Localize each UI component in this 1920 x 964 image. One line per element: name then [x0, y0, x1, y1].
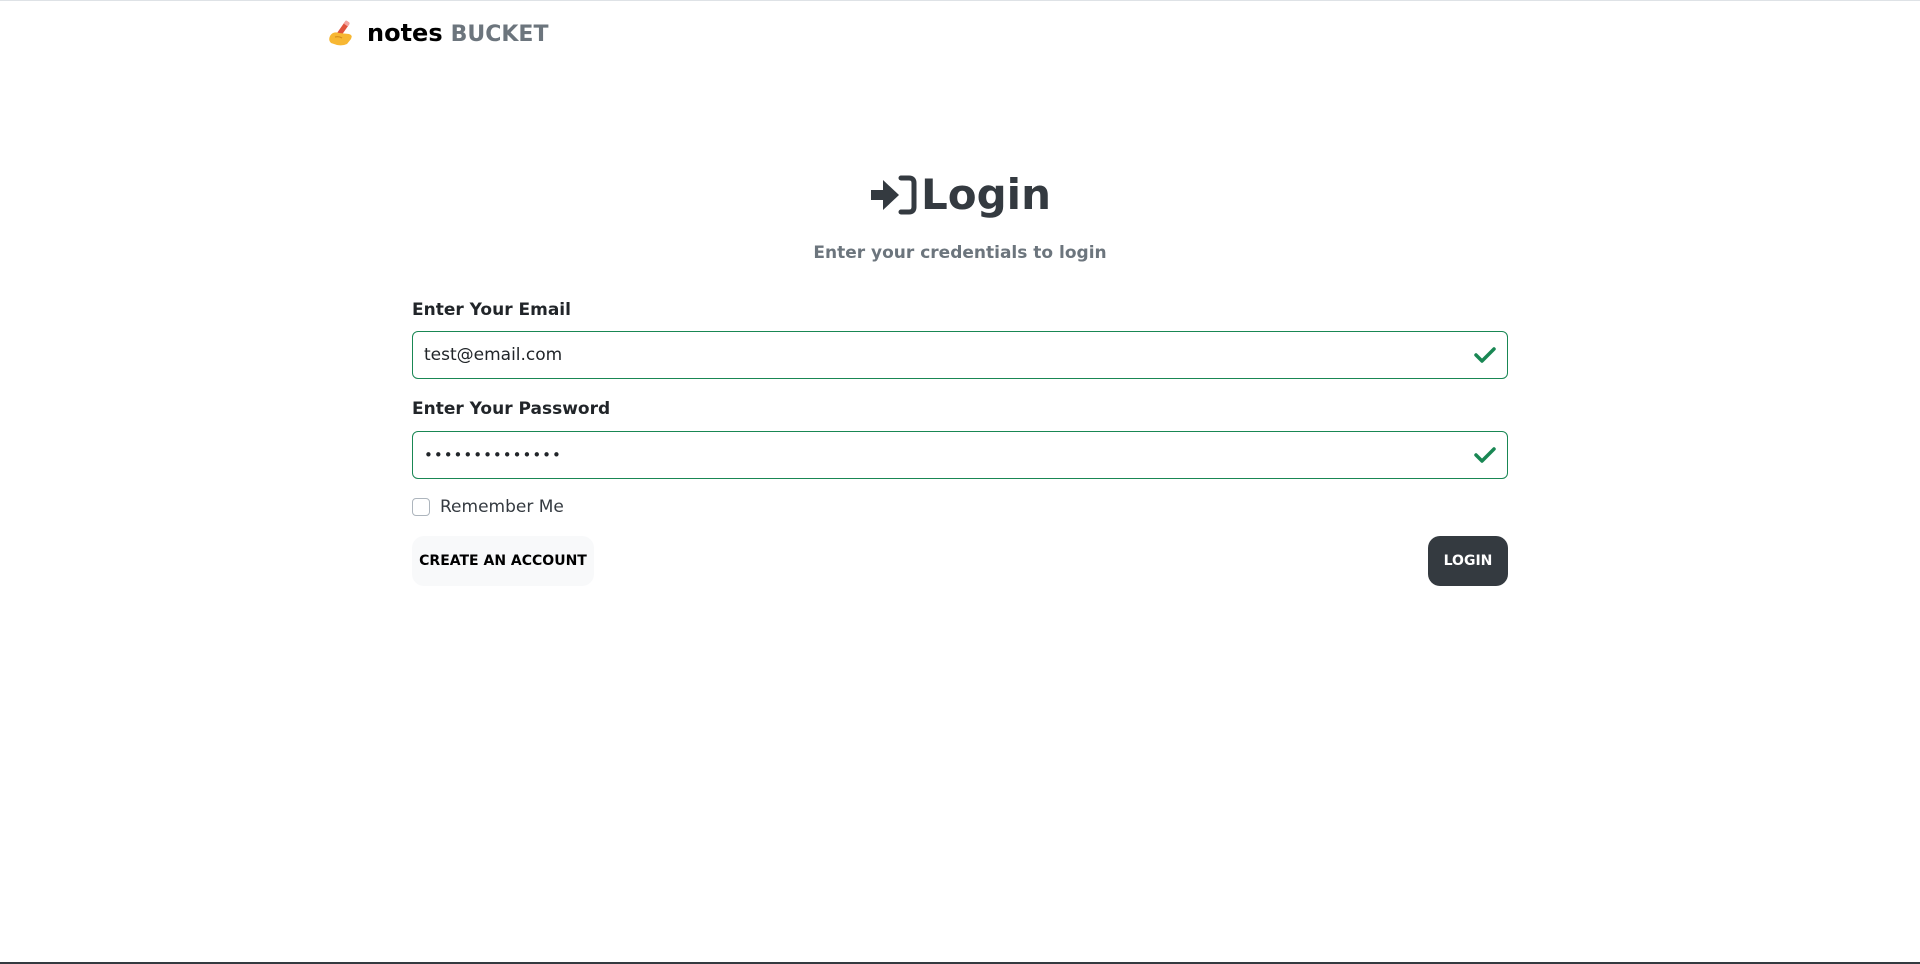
writing-hand-icon [327, 18, 357, 48]
remember-me-checkbox[interactable] [412, 498, 430, 516]
email-label: Enter Your Email [412, 300, 571, 320]
create-account-button[interactable]: CREATE AN ACCOUNT [412, 536, 594, 586]
login-button[interactable]: LOGIN [1428, 536, 1508, 586]
email-input[interactable] [424, 332, 1474, 378]
navbar: notes BUCKET [327, 15, 548, 51]
remember-me-label[interactable]: Remember Me [440, 497, 564, 517]
login-heading: Login [412, 169, 1508, 221]
remember-me: Remember Me [412, 497, 564, 517]
brand-link[interactable]: notes BUCKET [367, 19, 548, 47]
check-icon [1474, 446, 1496, 464]
brand-bucket: BUCKET [450, 22, 549, 47]
password-field[interactable]: •••••••••••••• [412, 431, 1508, 479]
brand-notes: notes [367, 19, 443, 47]
password-input[interactable]: •••••••••••••• [424, 446, 1474, 464]
password-label: Enter Your Password [412, 399, 611, 419]
page-title: Login [921, 170, 1051, 219]
email-field[interactable] [412, 331, 1508, 379]
login-subtitle: Enter your credentials to login [813, 243, 1107, 263]
sign-in-icon [869, 174, 917, 216]
check-icon [1474, 346, 1496, 364]
